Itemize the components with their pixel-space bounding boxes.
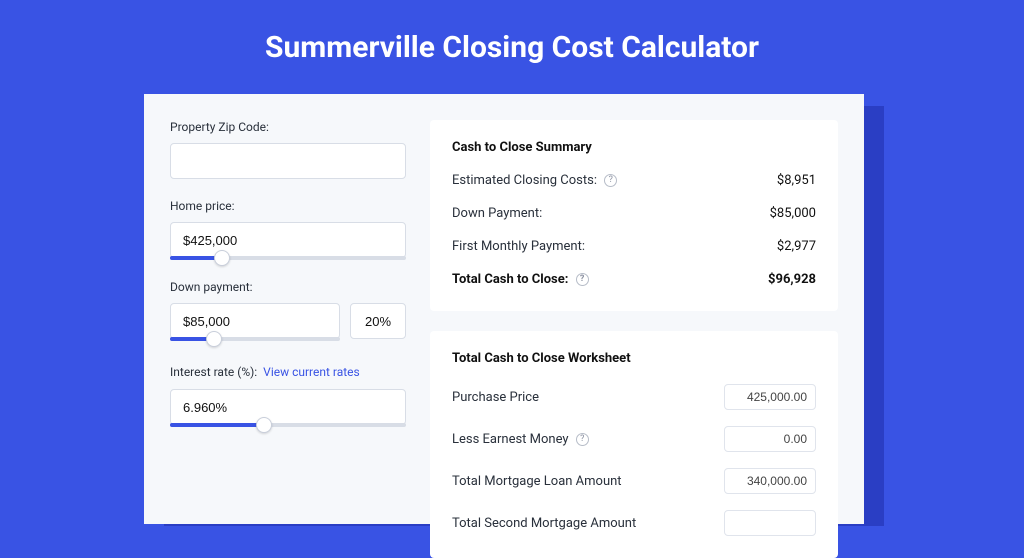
help-icon[interactable]: ? bbox=[604, 174, 617, 187]
interest-rate-slider[interactable] bbox=[170, 389, 406, 427]
results-column: Cash to Close Summary Estimated Closing … bbox=[430, 120, 838, 524]
zip-input[interactable] bbox=[170, 143, 406, 179]
worksheet-row-earnest-money: Less Earnest Money ? bbox=[452, 426, 816, 452]
down-payment-track bbox=[170, 337, 340, 341]
home-price-track bbox=[170, 256, 406, 260]
interest-rate-field: Interest rate (%): View current rates bbox=[170, 361, 406, 427]
summary-row-down-payment: Down Payment: $85,000 bbox=[452, 206, 816, 221]
help-icon[interactable]: ? bbox=[576, 433, 589, 446]
worksheet-row-purchase-price: Purchase Price bbox=[452, 384, 816, 410]
down-payment-thumb[interactable] bbox=[206, 331, 222, 347]
down-payment-percent-input[interactable] bbox=[350, 303, 406, 339]
interest-rate-fill bbox=[170, 423, 264, 427]
home-price-label: Home price: bbox=[170, 199, 406, 213]
interest-rate-label: Interest rate (%): bbox=[170, 365, 257, 379]
second-mortgage-input[interactable] bbox=[724, 510, 816, 536]
interest-rate-input[interactable] bbox=[170, 389, 406, 425]
worksheet-row-label: Less Earnest Money bbox=[452, 432, 569, 447]
down-payment-label: Down payment: bbox=[170, 280, 406, 294]
worksheet-title: Total Cash to Close Worksheet bbox=[452, 351, 816, 366]
summary-row-label: Estimated Closing Costs: bbox=[452, 173, 597, 188]
down-payment-slider[interactable] bbox=[170, 303, 340, 341]
worksheet-card: Total Cash to Close Worksheet Purchase P… bbox=[430, 331, 838, 558]
summary-row-total: Total Cash to Close: ? $96,928 bbox=[452, 272, 816, 287]
cash-to-close-summary-card: Cash to Close Summary Estimated Closing … bbox=[430, 120, 838, 311]
calculator-panel: Property Zip Code: Home price: Down paym… bbox=[144, 94, 864, 524]
worksheet-row-label: Total Mortgage Loan Amount bbox=[452, 474, 622, 489]
worksheet-row-mortgage-amount: Total Mortgage Loan Amount bbox=[452, 468, 816, 494]
summary-row-value: $8,951 bbox=[777, 173, 816, 188]
purchase-price-input[interactable] bbox=[724, 384, 816, 410]
page-title: Summerville Closing Cost Calculator bbox=[0, 30, 1024, 65]
summary-row-value: $85,000 bbox=[770, 206, 816, 221]
interest-rate-track bbox=[170, 423, 406, 427]
summary-total-label: Total Cash to Close: bbox=[452, 272, 568, 287]
home-price-slider[interactable] bbox=[170, 222, 406, 260]
down-payment-field: Down payment: bbox=[170, 280, 406, 341]
interest-rate-thumb[interactable] bbox=[256, 417, 272, 433]
zip-field: Property Zip Code: bbox=[170, 120, 406, 179]
summary-row-label: First Monthly Payment: bbox=[452, 239, 585, 254]
earnest-money-input[interactable] bbox=[724, 426, 816, 452]
worksheet-row-label: Total Second Mortgage Amount bbox=[452, 516, 636, 531]
summary-row-value: $2,977 bbox=[777, 239, 816, 254]
zip-label: Property Zip Code: bbox=[170, 120, 406, 134]
summary-row-first-monthly: First Monthly Payment: $2,977 bbox=[452, 239, 816, 254]
home-price-input[interactable] bbox=[170, 222, 406, 258]
summary-total-value: $96,928 bbox=[768, 272, 816, 287]
worksheet-row-second-mortgage: Total Second Mortgage Amount bbox=[452, 510, 816, 536]
summary-row-label: Down Payment: bbox=[452, 206, 542, 221]
summary-title: Cash to Close Summary bbox=[452, 140, 816, 155]
mortgage-amount-input[interactable] bbox=[724, 468, 816, 494]
view-current-rates-link[interactable]: View current rates bbox=[263, 365, 360, 379]
home-price-field: Home price: bbox=[170, 199, 406, 260]
help-icon[interactable]: ? bbox=[576, 273, 589, 286]
home-price-thumb[interactable] bbox=[214, 250, 230, 266]
worksheet-row-label: Purchase Price bbox=[452, 390, 539, 405]
summary-row-closing-costs: Estimated Closing Costs: ? $8,951 bbox=[452, 173, 816, 188]
inputs-column: Property Zip Code: Home price: Down paym… bbox=[170, 120, 406, 524]
down-payment-input[interactable] bbox=[170, 303, 340, 339]
